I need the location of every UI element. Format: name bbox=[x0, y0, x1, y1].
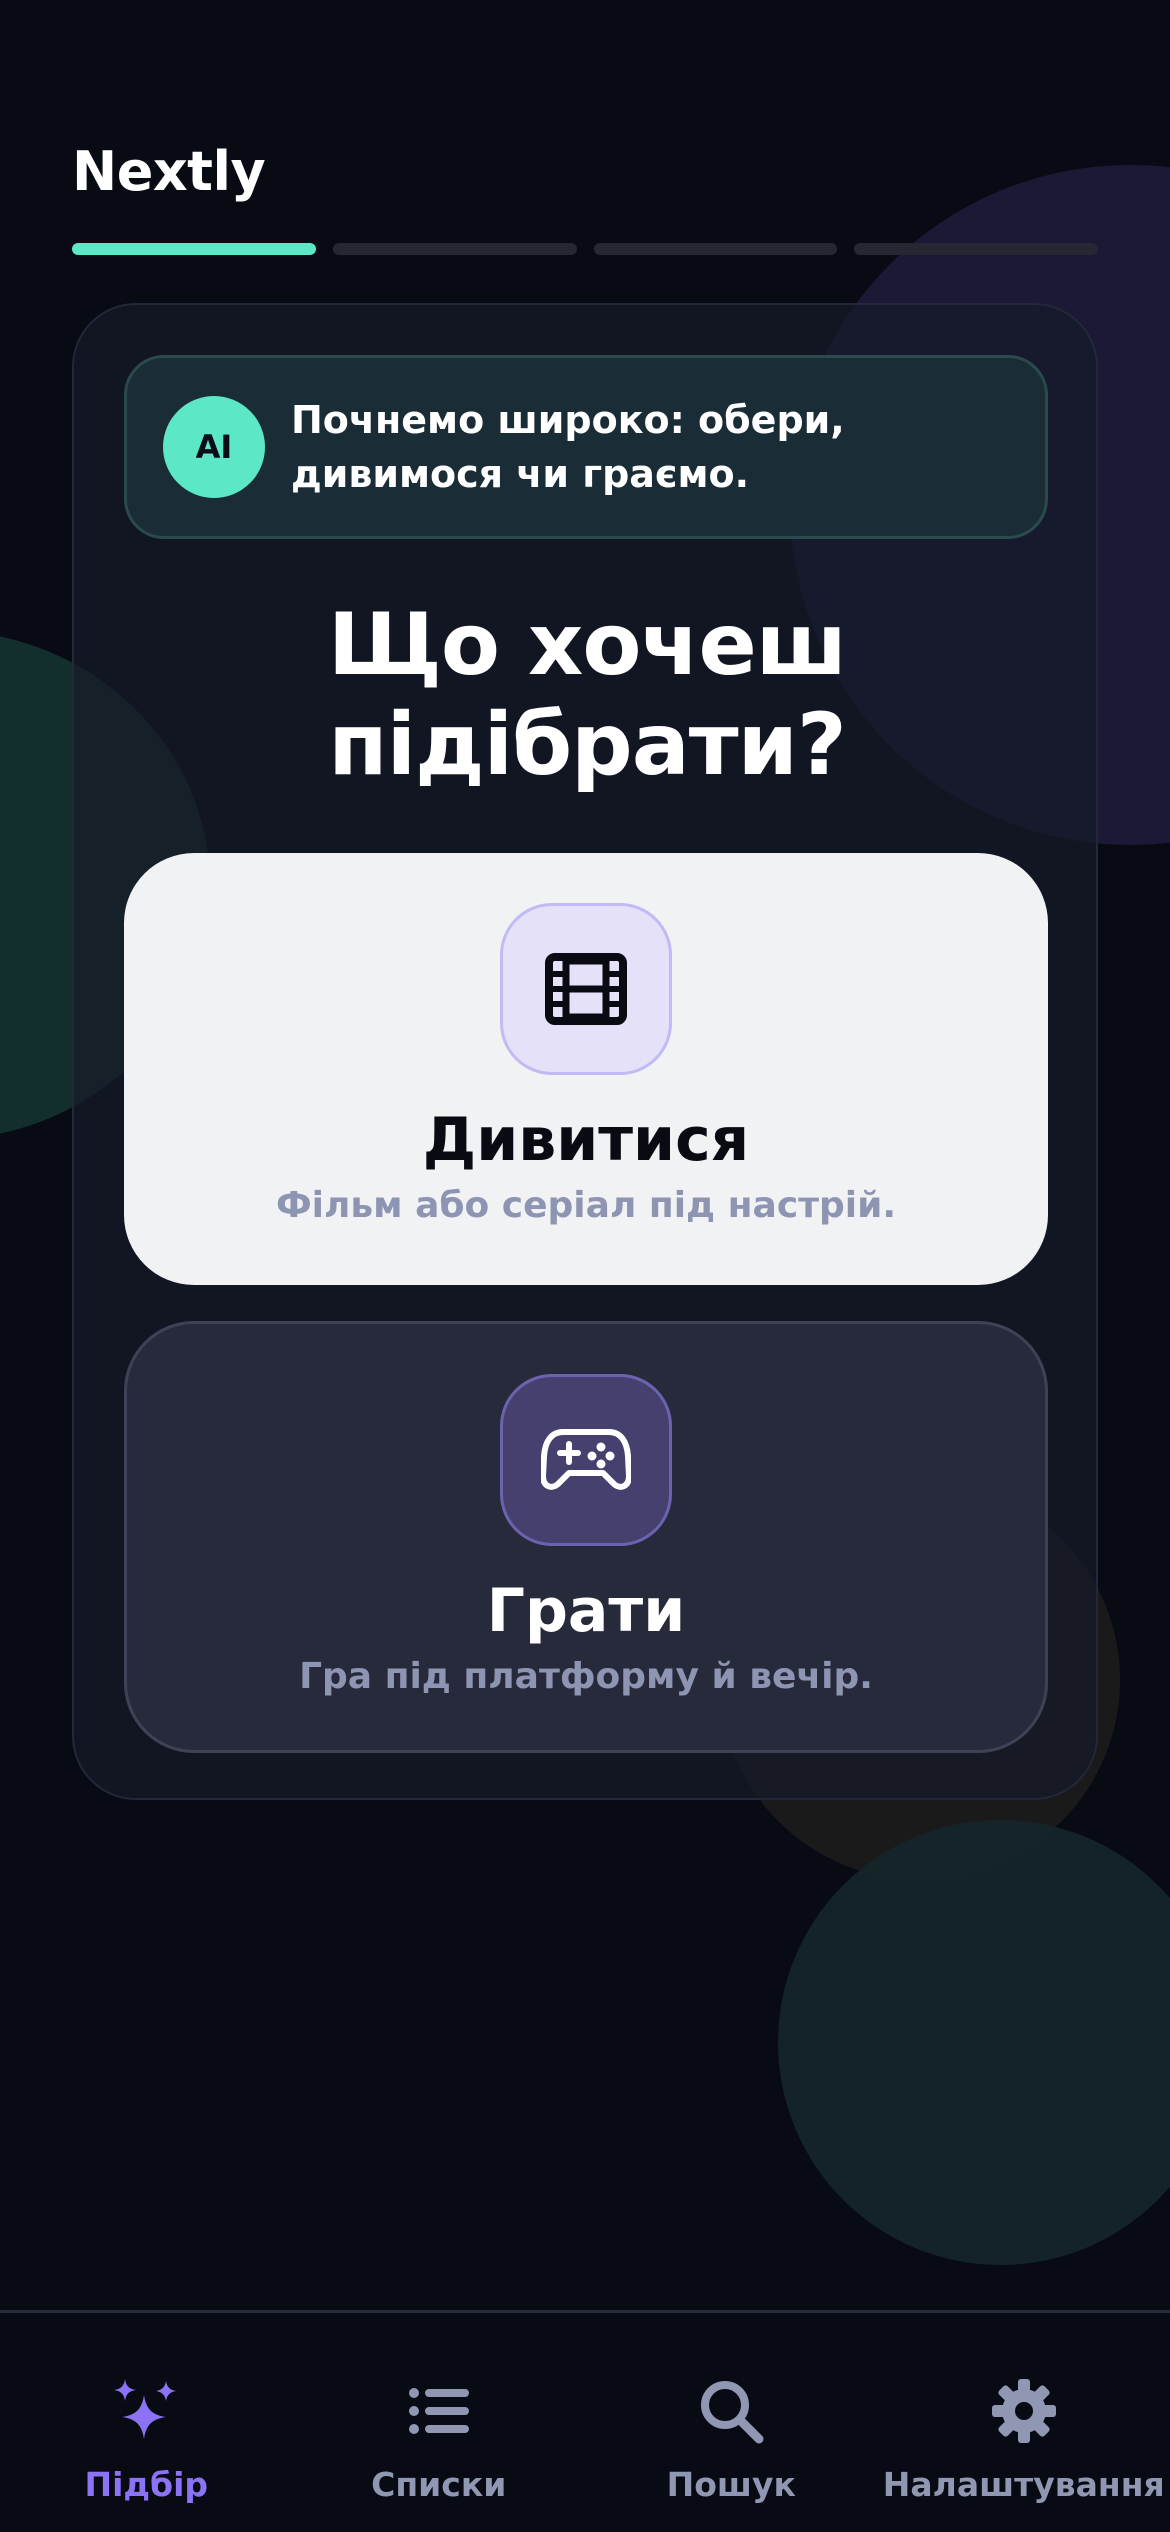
watch-option-subtitle: Фільм або серіал під настрій. bbox=[275, 1185, 897, 1226]
bottom-nav: Підбір Списки Пошук Налаштування bbox=[0, 2310, 1170, 2532]
nav-label: Налаштування bbox=[882, 2465, 1165, 2504]
ai-message-banner: AI Почнемо широко: обери, дивимося чи гр… bbox=[124, 355, 1048, 539]
ai-message-line-1: Почнемо широко: обери, bbox=[291, 398, 845, 442]
step-progress bbox=[72, 243, 1098, 255]
ai-message: Почнемо широко: обери, дивимося чи граєм… bbox=[291, 393, 991, 501]
progress-segment-3 bbox=[593, 243, 838, 255]
play-option-subtitle: Гра під платформу й вечір. bbox=[299, 1656, 873, 1697]
nav-label: Пошук bbox=[666, 2465, 796, 2504]
list-icon bbox=[408, 2388, 469, 2434]
nav-item-search[interactable]: Пошук bbox=[585, 2313, 878, 2532]
nav-item-pick[interactable]: Підбір bbox=[0, 2313, 293, 2532]
nav-label: Списки bbox=[371, 2465, 507, 2504]
question-line-1: Що хочеш bbox=[327, 595, 847, 695]
progress-segment-2 bbox=[332, 243, 577, 255]
nav-label: Підбір bbox=[84, 2465, 209, 2504]
film-icon bbox=[500, 903, 672, 1075]
question-heading: Що хочеш підібрати? bbox=[74, 595, 1100, 795]
app-title: Nextly bbox=[72, 140, 266, 203]
nav-item-settings[interactable]: Налаштування bbox=[878, 2313, 1170, 2532]
search-icon bbox=[701, 2381, 764, 2444]
progress-segment-4 bbox=[854, 243, 1098, 255]
ai-avatar: AI bbox=[163, 396, 265, 498]
play-option-title: Грати bbox=[486, 1576, 686, 1646]
watch-option-card[interactable]: Дивитися Фільм або серіал під настрій. bbox=[124, 853, 1048, 1285]
gamepad-icon bbox=[500, 1374, 672, 1546]
nav-item-lists[interactable]: Списки bbox=[293, 2313, 586, 2532]
app-screen: Nextly AI Почнемо широко: обери, дивимос… bbox=[0, 0, 1170, 2532]
background-blob bbox=[778, 1820, 1170, 2265]
progress-segment-1 bbox=[72, 243, 316, 255]
gear-icon bbox=[991, 2379, 1056, 2443]
question-line-2: підібрати? bbox=[328, 695, 846, 795]
selection-panel: AI Почнемо широко: обери, дивимося чи гр… bbox=[72, 303, 1098, 1800]
play-option-card[interactable]: Грати Гра під платформу й вечір. bbox=[124, 1321, 1048, 1753]
watch-option-title: Дивитися bbox=[422, 1105, 750, 1175]
ai-message-line-2: дивимося чи граємо. bbox=[291, 452, 750, 496]
sparkles-icon bbox=[114, 2379, 177, 2439]
